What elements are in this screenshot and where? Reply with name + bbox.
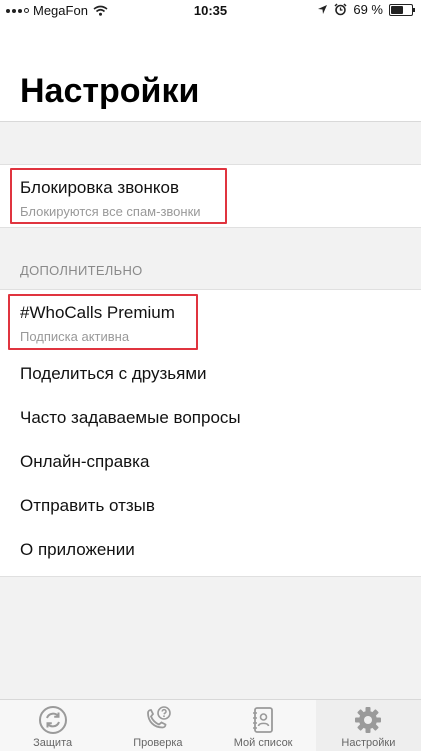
- battery-icon: [389, 3, 415, 16]
- location-arrow-icon: [318, 5, 328, 14]
- tab-my-list-label: Мой список: [233, 737, 293, 749]
- battery-percent: 69 %: [353, 2, 383, 17]
- about-app-item[interactable]: О приложении: [0, 528, 421, 572]
- tab-bar: Защита Проверка Мой список Настройки: [0, 699, 421, 751]
- tab-my-list[interactable]: Мой список: [211, 700, 316, 751]
- tab-check[interactable]: Проверка: [105, 700, 210, 751]
- tab-protection[interactable]: Защита: [0, 700, 105, 751]
- phone-question-icon: [146, 706, 171, 729]
- faq-item[interactable]: Часто задаваемые вопросы: [0, 396, 421, 440]
- tab-protection-label: Защита: [33, 737, 73, 749]
- tab-check-label: Проверка: [133, 737, 183, 749]
- online-help-item[interactable]: Онлайн-справка: [0, 440, 421, 484]
- send-feedback-label: Отправить отзыв: [20, 496, 155, 515]
- premium-highlight: [8, 294, 198, 350]
- faq-label: Часто задаваемые вопросы: [20, 408, 241, 427]
- status-right: 69 %: [317, 2, 415, 17]
- share-with-friends-label: Поделиться с друзьями: [20, 364, 207, 383]
- page-title: Настройки: [20, 72, 200, 110]
- gear-icon: [355, 707, 382, 733]
- status-bar: MegaFon 10:35 69 %: [0, 0, 421, 20]
- tab-settings[interactable]: Настройки: [315, 700, 421, 751]
- send-feedback-item[interactable]: Отправить отзыв: [0, 484, 421, 528]
- share-with-friends-item[interactable]: Поделиться с друзьями: [0, 352, 421, 396]
- tab-settings-label: Настройки: [341, 737, 396, 749]
- sync-icon: [38, 706, 67, 734]
- section-header-additional: ДОПОЛНИТЕЛЬНО: [20, 263, 143, 278]
- contacts-book-icon: [253, 707, 274, 733]
- alarm-icon: [334, 3, 347, 16]
- header: Настройки: [0, 20, 421, 122]
- call-blocking-highlight: [10, 168, 227, 224]
- online-help-label: Онлайн-справка: [20, 452, 150, 471]
- about-app-label: О приложении: [20, 540, 135, 559]
